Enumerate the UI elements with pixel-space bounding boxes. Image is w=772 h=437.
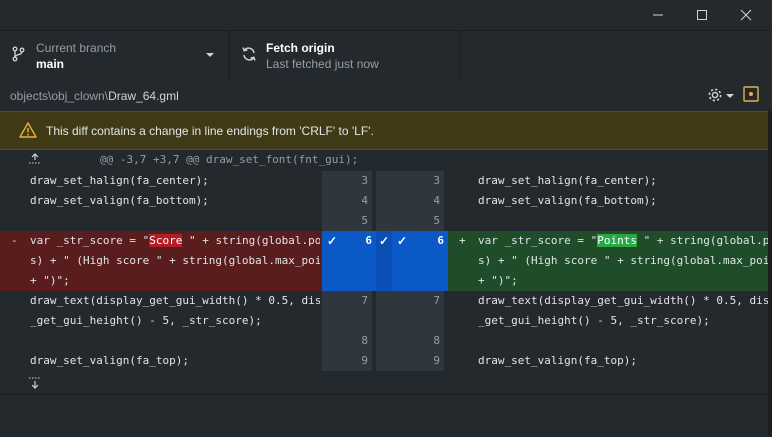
maximize-button[interactable] xyxy=(687,4,717,26)
minimize-button[interactable] xyxy=(643,4,673,26)
left-line-text: _get_gui_height() - 5, _str_score); xyxy=(30,314,262,327)
file-path-directory: objects\obj_clown\ xyxy=(10,89,109,103)
diff-view: @@ -3,7 +3,7 @@ draw_set_font(fnt_gui); … xyxy=(0,150,770,394)
changed-line-row[interactable]: - var _str_score = "Score " + string(glo… xyxy=(0,231,770,291)
left-line-text xyxy=(30,211,320,231)
warning-text: This diff contains a change in line endi… xyxy=(46,124,374,138)
diff-row[interactable]: 8 8 xyxy=(0,331,770,351)
scrollbar[interactable] xyxy=(768,111,772,436)
deleted-word-highlight: Score xyxy=(149,234,183,247)
left-line-text xyxy=(30,331,320,351)
right-line-text: draw_text(display_get_gui_width() * 0.5,… xyxy=(478,294,770,307)
current-branch-value: main xyxy=(36,57,65,71)
expand-down-icon[interactable] xyxy=(27,377,43,391)
file-path: objects\obj_clown\Draw_64.gml xyxy=(10,89,179,103)
checkmark-icon: ✓ xyxy=(327,234,338,248)
left-line-text: draw_set_valign(fa_top); xyxy=(30,354,189,367)
deletion-marker: - xyxy=(11,234,18,247)
last-fetched-text: Last fetched just now xyxy=(266,57,379,71)
right-line-text: draw_set_halign(fa_center); xyxy=(478,174,657,187)
warning-icon xyxy=(19,122,37,138)
current-branch-button[interactable]: Current branch main xyxy=(0,31,230,80)
left-line-number[interactable]: 9 xyxy=(322,351,372,371)
left-line-number: 6 xyxy=(365,234,372,247)
current-branch-label: Current branch xyxy=(36,41,117,55)
right-line-number[interactable]: 5 xyxy=(392,211,444,231)
left-line-number[interactable]: 8 xyxy=(322,331,372,351)
right-line-text xyxy=(478,331,770,351)
diff-footer-area xyxy=(0,394,770,437)
hunk-header: @@ -3,7 +3,7 @@ draw_set_font(fnt_gui); xyxy=(100,153,359,166)
diff-row[interactable]: draw_set_valign(fa_top); 9 9 draw_set_va… xyxy=(0,351,770,371)
deleted-line-text: + ")"; xyxy=(30,274,70,287)
diff-row[interactable]: draw_text(display_get_gui_width() * 0.5,… xyxy=(0,291,770,331)
file-name: Draw_64.gml xyxy=(108,89,179,103)
addition-marker: + xyxy=(459,234,466,247)
added-line-text: + ")"; xyxy=(478,274,518,287)
expand-up-icon[interactable] xyxy=(27,152,43,164)
left-line-number[interactable]: 3 xyxy=(322,171,372,191)
right-line-text: draw_set_valign(fa_bottom); xyxy=(478,194,657,207)
gutter xyxy=(376,171,392,191)
gutter xyxy=(376,191,392,211)
caret-down-icon xyxy=(206,53,214,57)
deleted-line-text: var _str_score = "Score " + string(globa… xyxy=(30,234,320,247)
right-line-number[interactable]: 8 xyxy=(392,331,444,351)
close-icon xyxy=(740,9,752,21)
minimize-icon xyxy=(653,14,663,16)
checkmark-icon: ✓ xyxy=(397,234,408,248)
fetch-origin-button[interactable]: Fetch origin Last fetched just now xyxy=(230,31,460,80)
right-line-number[interactable]: 3 xyxy=(392,171,444,191)
left-line-text: draw_set_valign(fa_bottom); xyxy=(30,194,209,207)
left-line-number[interactable]: 7 xyxy=(322,291,372,331)
right-line-number[interactable]: 4 xyxy=(392,191,444,211)
gutter xyxy=(376,351,392,371)
fetch-origin-label: Fetch origin xyxy=(266,41,335,55)
added-word-highlight: Points xyxy=(597,234,637,247)
right-line-number[interactable]: 7 xyxy=(392,291,444,331)
line-endings-warning-banner: This diff contains a change in line endi… xyxy=(0,111,770,150)
right-line-text: _get_gui_height() - 5, _str_score); xyxy=(478,314,710,327)
gutter xyxy=(376,331,392,351)
gutter xyxy=(376,291,392,331)
gear-icon xyxy=(708,88,722,102)
file-header: objects\obj_clown\Draw_64.gml xyxy=(0,80,772,110)
added-line-text: var _str_score = "Points " + string(glob… xyxy=(478,234,770,247)
left-line-text: draw_text(display_get_gui_width() * 0.5,… xyxy=(30,294,320,307)
caret-down-icon xyxy=(726,94,734,98)
left-line-number[interactable]: 5 xyxy=(322,211,372,231)
left-line-number[interactable]: 4 xyxy=(322,191,372,211)
hunk-header-row: @@ -3,7 +3,7 @@ draw_set_font(fnt_gui); xyxy=(0,150,770,170)
diff-row[interactable]: draw_set_halign(fa_center); 3 3 draw_set… xyxy=(0,171,770,191)
diff-row[interactable]: draw_set_valign(fa_bottom); 4 4 draw_set… xyxy=(0,191,770,211)
hide-whitespace-toggle-icon[interactable] xyxy=(743,86,759,102)
right-line-number: 6 xyxy=(437,234,444,247)
title-bar xyxy=(0,0,772,30)
added-line-text: s) + " (High score " + string(global.max… xyxy=(478,254,770,267)
right-line-number[interactable]: 9 xyxy=(392,351,444,371)
git-branch-icon xyxy=(12,46,25,62)
gutter xyxy=(376,211,392,231)
close-button[interactable] xyxy=(731,4,761,26)
diff-row[interactable]: 5 5 xyxy=(0,211,770,231)
deleted-line-text: s) + " (High score " + string(global.max… xyxy=(30,254,320,267)
left-line-text: draw_set_halign(fa_center); xyxy=(30,174,209,187)
right-line-text: draw_set_valign(fa_top); xyxy=(478,354,637,367)
diff-settings-button[interactable] xyxy=(704,84,736,106)
maximize-icon xyxy=(697,10,707,20)
sync-icon xyxy=(242,47,256,61)
checkmark-icon: ✓ xyxy=(379,234,390,248)
toolbar: Current branch main Fetch origin Last fe… xyxy=(0,30,772,81)
right-line-text xyxy=(478,211,770,231)
